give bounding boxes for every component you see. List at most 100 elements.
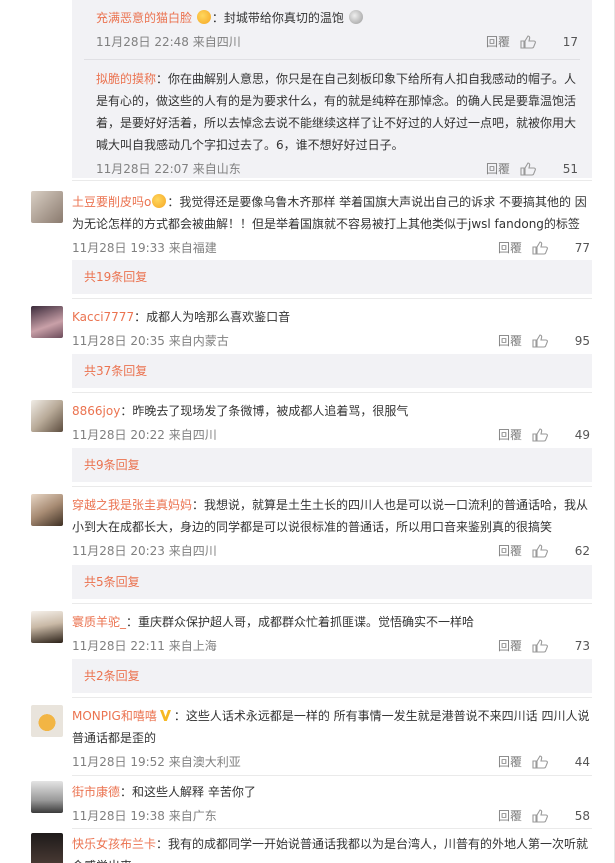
view-more-replies-link[interactable]: 共9条回复: [72, 448, 592, 482]
comment-text: 寰质羊驼_：重庆群众保护超人哥，成都群众忙着抓匪谍。觉悟确实不一样哈: [72, 611, 592, 633]
thumbs-up-icon: [532, 544, 548, 558]
like-count: 73: [574, 639, 590, 653]
timestamp: 11月28日 22:11 来自上海: [72, 639, 217, 653]
reply-text: ：封城带给你真切的温饱: [211, 11, 344, 25]
comment-meta: 11月28日 19:52 来自澳大利亚 回覆 44: [72, 749, 592, 775]
divider: [72, 828, 592, 829]
reply-button[interactable]: 回覆: [498, 328, 522, 354]
view-more-replies-link[interactable]: 共19条回复: [72, 260, 592, 294]
username-link[interactable]: MONPIG和嘻嘻: [72, 709, 157, 723]
reply-button[interactable]: 回覆: [498, 803, 522, 829]
sub-reply-text: 充满恶意的猫白脸 ：封城带给你真切的温饱: [84, 7, 580, 29]
like-count: 17: [562, 35, 578, 49]
like-count: 62: [574, 544, 590, 558]
comment-body: MONPIG和嘻嘻 ：这些人话术永远都是一样的 所有事情一发生就是港普说不来四川话…: [72, 705, 592, 775]
username-link[interactable]: 土豆要削皮吗o: [72, 195, 151, 209]
comment-meta: 11月28日 22:11 来自上海 回覆 73: [72, 633, 592, 659]
reply-meta: 11月28日 22:07 来自山东 回覆 51: [84, 156, 580, 182]
like-count: 77: [574, 241, 590, 255]
view-more-replies-link[interactable]: 共37条回复: [72, 354, 592, 388]
reply-button[interactable]: 回覆: [498, 749, 522, 775]
avatar[interactable]: [31, 191, 63, 223]
divider: [72, 603, 592, 604]
reply-text: ：你在曲解别人意思，你只是在自己刻板印象下给所有人扣自我感动的帽子。人是有心的，…: [96, 72, 577, 152]
thumbs-up-icon: [520, 162, 536, 176]
comment-body: 寰质羊驼_：重庆群众保护超人哥，成都群众忙着抓匪谍。觉悟确实不一样哈 11月28…: [72, 611, 592, 659]
like-count: 49: [574, 428, 590, 442]
comment-body: 快乐女孩布兰卡：我有的成都同学一开始说普通话我都以为是台湾人，川普有的外地人第一…: [72, 833, 592, 863]
comment-text: MONPIG和嘻嘻 ：这些人话术永远都是一样的 所有事情一发生就是港普说不来四川话…: [72, 705, 592, 749]
comment-item: 寰质羊驼_：重庆群众保护超人哥，成都群众忙着抓匪谍。觉悟确实不一样哈 11月28…: [0, 611, 614, 659]
comment-item: 街市康德：和这些人解释 辛苦你了 11月28日 19:38 来自广东 回覆 58: [0, 781, 614, 829]
username-link[interactable]: 寰质羊驼_: [72, 615, 126, 629]
reply-button[interactable]: 回覆: [486, 156, 510, 182]
username-link[interactable]: 街市康德: [72, 785, 120, 799]
comment-item: 土豆要削皮吗o ：我觉得还是要像乌鲁木齐那样 举着国旗大声说出自己的诉求 不要搞其…: [0, 191, 614, 257]
like-count: 58: [574, 809, 590, 823]
comment-text: 快乐女孩布兰卡：我有的成都同学一开始说普通话我都以为是台湾人，川普有的外地人第一…: [72, 833, 592, 863]
comment-body: 土豆要削皮吗o ：我觉得还是要像乌鲁木齐那样 举着国旗大声说出自己的诉求 不要搞其…: [72, 191, 592, 261]
username-link[interactable]: 充满恶意的猫白脸: [96, 11, 192, 25]
reply-meta: 11月28日 22:48 来自四川 回覆 17: [84, 29, 580, 55]
thumbs-up-icon: [520, 35, 536, 49]
avatar[interactable]: [31, 833, 63, 863]
view-more-replies-link[interactable]: 共2条回复: [72, 659, 592, 693]
comment-body: 穿越之我是张圭真妈妈：我想说，就算是土生土长的四川人也是可以说一口流利的普通话哈…: [72, 494, 592, 564]
reply-button[interactable]: 回覆: [498, 633, 522, 659]
view-more-replies-link[interactable]: 共5条回复: [72, 565, 592, 599]
username-link[interactable]: Kacci7777: [72, 310, 134, 324]
comment-text: 土豆要削皮吗o ：我觉得还是要像乌鲁木齐那样 举着国旗大声说出自己的诉求 不要搞其…: [72, 191, 592, 235]
thumbs-up-icon: [532, 755, 548, 769]
avatar[interactable]: [31, 611, 63, 643]
divider: [72, 486, 592, 487]
reply-button[interactable]: 回覆: [498, 422, 522, 448]
divider: [72, 180, 592, 181]
timestamp: 11月28日 22:07 来自山东: [96, 162, 241, 176]
avatar[interactable]: [31, 306, 63, 338]
reply-button[interactable]: 回覆: [498, 538, 522, 564]
timestamp: 11月28日 20:22 来自四川: [72, 428, 217, 442]
divider: [72, 697, 592, 698]
thumbs-up-icon: [532, 334, 548, 348]
timestamp: 11月28日 20:23 来自四川: [72, 544, 217, 558]
username-link[interactable]: 穿越之我是张圭真妈妈: [72, 498, 192, 512]
sub-reply: 拟脆的摸称：你在曲解别人意思，你只是在自己刻板印象下给所有人扣自我感动的帽子。人…: [84, 60, 580, 182]
comment-item: MONPIG和嘻嘻 ：这些人话术永远都是一样的 所有事情一发生就是港普说不来四川话…: [0, 705, 614, 771]
comment-text: 穿越之我是张圭真妈妈：我想说，就算是土生土长的四川人也是可以说一口流利的普通话哈…: [72, 494, 592, 538]
comment-list: 充满恶意的猫白脸 ：封城带给你真切的温饱 11月28日 22:48 来自四川 回…: [0, 0, 615, 863]
like-count: 51: [562, 162, 578, 176]
emoji-icon: [152, 194, 167, 208]
avatar[interactable]: [31, 705, 63, 737]
avatar[interactable]: [31, 400, 63, 432]
thumbs-up-icon: [532, 428, 548, 442]
comment-item: 快乐女孩布兰卡：我有的成都同学一开始说普通话我都以为是台湾人，川普有的外地人第一…: [0, 833, 614, 863]
reply-button[interactable]: 回覆: [486, 29, 510, 55]
sub-replies-panel: 充满恶意的猫白脸 ：封城带给你真切的温饱 11月28日 22:48 来自四川 回…: [72, 0, 592, 178]
emoji-icon: [348, 10, 363, 24]
thumbs-up-icon: [532, 809, 548, 823]
comment-content: ：和这些人解释 辛苦你了: [120, 785, 256, 799]
username-link[interactable]: 快乐女孩布兰卡: [72, 837, 156, 851]
comment-item: 穿越之我是张圭真妈妈：我想说，就算是土生土长的四川人也是可以说一口流利的普通话哈…: [0, 494, 614, 560]
reply-button[interactable]: 回覆: [498, 235, 522, 261]
comment-item: 8866joy：昨晚去了现场发了条微博，被成都人追着骂，很服气 11月28日 2…: [0, 400, 614, 448]
sub-reply-text: 拟脆的摸称：你在曲解别人意思，你只是在自己刻板印象下给所有人扣自我感动的帽子。人…: [84, 68, 580, 156]
comment-body: 街市康德：和这些人解释 辛苦你了 11月28日 19:38 来自广东 回覆 58: [72, 781, 592, 829]
avatar[interactable]: [31, 494, 63, 526]
comment-content: ：昨晚去了现场发了条微博，被成都人追着骂，很服气: [120, 404, 409, 418]
divider: [72, 392, 592, 393]
comment-text: 8866joy：昨晚去了现场发了条微博，被成都人追着骂，很服气: [72, 400, 592, 422]
thumbs-up-icon: [532, 639, 548, 653]
timestamp: 11月28日 22:48 来自四川: [96, 35, 241, 49]
username-link[interactable]: 8866joy: [72, 404, 120, 418]
vip-badge-icon: [159, 710, 171, 721]
comment-meta: 11月28日 20:22 来自四川 回覆 49: [72, 422, 592, 448]
comment-meta: 11月28日 19:38 来自广东 回覆 58: [72, 803, 592, 829]
avatar[interactable]: [31, 781, 63, 813]
timestamp: 11月28日 19:38 来自广东: [72, 809, 217, 823]
sub-reply: 充满恶意的猫白脸 ：封城带给你真切的温饱 11月28日 22:48 来自四川 回…: [84, 0, 580, 60]
username-link[interactable]: 拟脆的摸称: [96, 72, 156, 86]
comment-content: ：重庆群众保护超人哥，成都群众忙着抓匪谍。觉悟确实不一样哈: [126, 615, 475, 629]
divider: [72, 298, 592, 299]
timestamp: 11月28日 19:52 来自澳大利亚: [72, 755, 241, 769]
